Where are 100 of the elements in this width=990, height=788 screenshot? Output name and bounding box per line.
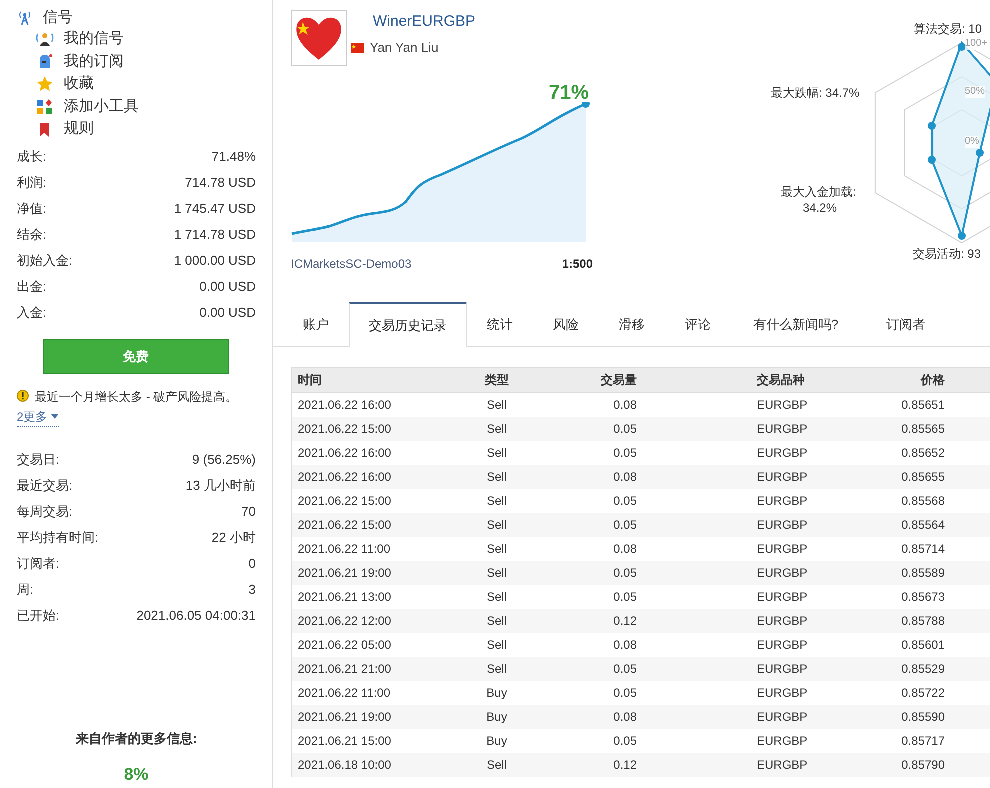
table-cell-text: 2021.06.22 16:00 [297,469,392,486]
stat-label: 出金: [17,278,47,296]
table-cell-text: EURGBP [756,565,809,582]
tab[interactable]: 有什么新闻吗? [731,302,861,347]
stat-label: 每周交易: [17,503,73,522]
menu-link[interactable]: 添加小工具 [64,96,139,118]
widgets-icon [36,99,54,116]
table-cell-text: 2021.06.22 11:00 [297,541,392,558]
table-cell-text: EURGBP [756,613,809,630]
stat-label: 净值: [17,200,47,218]
table-cell-text: 0.85589 [900,565,946,582]
table-cell-text: 0.08 [612,397,637,414]
column-header: 价格 [920,372,946,389]
table-cell-text: 0.05 [612,517,637,534]
table-cell-text: 2021.06.22 11:00 [297,685,392,702]
table-cell-text: 2021.06.21 13:00 [297,589,392,606]
table-cell-text: 0.05 [612,685,637,702]
table-cell-text: Sell [486,637,508,654]
stat-label: 已开始: [17,607,60,626]
stat-value: 0.00 USD [200,304,256,322]
signal-icon [36,31,54,48]
more-link[interactable]: 2更多 [17,408,59,427]
warning-text: 最近一个月增长太多 - 破产风险提高。 [35,388,238,406]
caret-icon [50,414,59,420]
stat-value: 3 [248,581,256,600]
table-cell-text: 2021.06.18 10:00 [297,757,392,774]
table-cell-text: 0.85790 [900,757,946,774]
server-name[interactable]: ICMarketsSC-Demo03 [291,255,412,273]
column-header: 交易品种 [756,372,806,389]
table-cell-text: 0.85565 [900,421,946,438]
tab[interactable]: 交易历史记录 [349,302,467,347]
table-cell-text: 0.85652 [900,445,946,462]
stat-value: 714.78 USD [185,174,256,192]
tab[interactable]: 账户 [283,302,349,347]
table-cell-text: Sell [486,757,508,774]
menu-link[interactable]: 我的信号 [64,28,124,51]
table-cell-text: Buy [486,709,508,726]
table-cell-text: 0.08 [612,469,637,486]
column-header: 类型 [484,372,510,389]
table-cell-text: 0.08 [612,637,637,654]
growth-value: 8% [123,764,150,786]
table-cell-text: 2021.06.21 21:00 [297,661,392,678]
stat-value: 1 745.47 USD [174,200,256,218]
table-cell-text: EURGBP [756,541,809,558]
table-cell-text: Sell [486,469,508,486]
stat-value: 0.00 USD [200,278,256,296]
table-cell-text: 0.12 [612,613,637,630]
table-cell-text: 0.85788 [900,613,946,630]
table-cell-text: 0.08 [612,709,637,726]
table-cell-text: Sell [486,445,508,462]
stat-value: 13 几小时前 [186,477,256,496]
table-cell-text: 2021.06.21 19:00 [297,565,392,582]
table-cell-text: 0.85564 [900,517,946,534]
table-cell-text: EURGBP [756,493,809,510]
stat-value: 71.48% [212,148,256,166]
table-cell-text: 0.85601 [900,637,946,654]
stat-label: 最近交易: [17,477,73,496]
table-cell-text: 0.85651 [900,397,946,414]
tab[interactable]: 统计 [467,302,533,347]
tick-label: 0% [965,136,980,148]
stat-label: 订阅者: [17,555,60,574]
signal-title[interactable]: WinerEURGBP [373,12,476,32]
table-cell-text: Sell [486,397,508,414]
tab[interactable]: 评论 [665,302,731,347]
flag-icon [351,42,364,53]
stat-label: 入金: [17,304,47,322]
axis-label: 算法交易: 10 [914,21,982,38]
stat-label: 成长: [17,148,47,166]
tab[interactable]: 风险 [533,302,599,347]
stat-label: 结余: [17,226,47,244]
antenna-icon [17,10,33,26]
table-cell-text: 0.85655 [900,469,946,486]
stat-value: 1 714.78 USD [174,226,256,244]
table-cell-text: 0.05 [612,493,637,510]
tab[interactable]: 订阅者 [861,302,951,347]
table-cell-text: Sell [486,613,508,630]
menu-link[interactable]: 我的订阅 [64,50,124,74]
stat-value: 22 小时 [212,529,256,548]
table-cell-text: 0.08 [612,541,637,558]
stat-value: 2021.06.05 04:00:31 [136,607,256,626]
menu-link[interactable]: 收藏 [64,73,94,96]
tick-label: 50% [965,86,986,98]
author-name[interactable]: Yan Yan Liu [370,38,439,58]
menu-link[interactable]: 规则 [64,118,94,141]
tab[interactable]: 滑移 [599,302,665,347]
table-cell-text: 2021.06.22 05:00 [297,637,392,654]
axis-label: 交易活动: 93 [913,246,982,263]
table-cell-text: EURGBP [756,709,809,726]
section-heading: 来自作者的更多信息: [74,730,198,748]
table-cell-text: 0.85590 [900,709,946,726]
table-cell-text: Sell [486,589,508,606]
table-cell-text: 2021.06.21 15:00 [297,733,392,750]
column-header: 交易量 [600,372,637,389]
axis-label: 34.2% [803,200,838,217]
table-cell-text: 2021.06.22 15:00 [297,517,392,534]
table-cell-text: Sell [486,541,508,558]
section-title: 信号 [43,8,73,28]
table-cell-text: 0.85673 [900,589,946,606]
table-cell-text: Sell [486,661,508,678]
table-cell-text: EURGBP [756,685,809,702]
